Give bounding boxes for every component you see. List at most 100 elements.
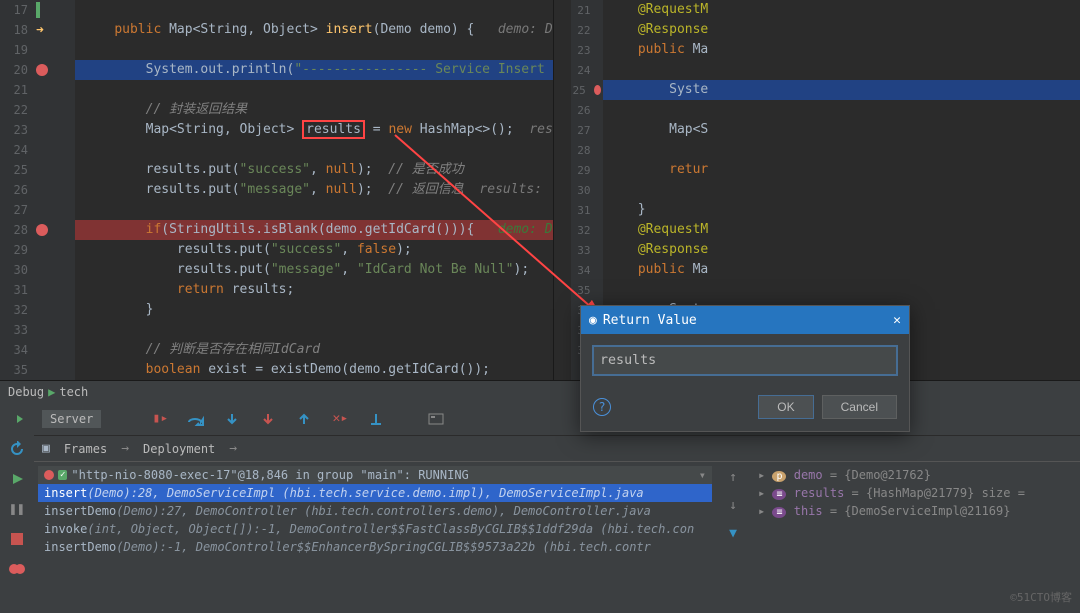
line-number[interactable]: 28 bbox=[573, 144, 591, 157]
filter-frames-icon[interactable]: ▼ bbox=[722, 522, 744, 544]
line-number[interactable]: 23 bbox=[4, 123, 28, 137]
code-line[interactable]: public Ma bbox=[603, 40, 1080, 60]
code-line[interactable]: @Response bbox=[603, 20, 1080, 40]
line-number[interactable]: 18 bbox=[4, 23, 28, 37]
stack-frame[interactable]: insertDemo(Demo):27, DemoController (hbi… bbox=[38, 502, 712, 520]
force-step-into-icon[interactable] bbox=[257, 408, 279, 430]
close-icon[interactable]: ✕ bbox=[893, 313, 901, 328]
line-number[interactable]: 28 bbox=[4, 223, 28, 237]
line-number[interactable]: 33 bbox=[4, 323, 28, 337]
code-line[interactable] bbox=[75, 140, 553, 160]
line-number[interactable]: 27 bbox=[573, 124, 591, 137]
code-line[interactable] bbox=[75, 320, 553, 340]
drop-frame-icon[interactable]: ✕▸ bbox=[329, 408, 351, 430]
variable-row[interactable]: ▸ p demo = {Demo@21762} bbox=[754, 466, 1076, 484]
help-icon[interactable]: ? bbox=[593, 398, 611, 416]
line-number[interactable]: 21 bbox=[4, 83, 28, 97]
code-line[interactable]: // 判断是否存在相同IdCard bbox=[75, 340, 553, 360]
code-line[interactable]: public Map<String, Object> insert(Demo d… bbox=[75, 20, 553, 40]
line-number[interactable]: 31 bbox=[4, 283, 28, 297]
line-number[interactable]: 22 bbox=[573, 24, 591, 37]
line-number[interactable]: 29 bbox=[573, 164, 591, 177]
frames-tab[interactable]: Frames bbox=[56, 440, 115, 458]
code-editor-main[interactable]: public Map<String, Object> insert(Demo d… bbox=[75, 0, 553, 380]
prev-frame-icon[interactable]: ↑ bbox=[722, 466, 744, 488]
line-number-gutter[interactable]: 1718➜1920212223242526272829303132333435 bbox=[0, 0, 75, 380]
line-number[interactable]: 26 bbox=[4, 183, 28, 197]
next-frame-icon[interactable]: ↓ bbox=[722, 494, 744, 516]
code-line[interactable]: @RequestM bbox=[603, 220, 1080, 240]
code-line[interactable]: public Ma bbox=[603, 260, 1080, 280]
line-number[interactable]: 30 bbox=[573, 184, 591, 197]
line-number[interactable]: 29 bbox=[4, 243, 28, 257]
line-number[interactable]: 32 bbox=[4, 303, 28, 317]
line-number[interactable]: 26 bbox=[573, 104, 591, 117]
code-line[interactable]: boolean exist = existDemo(demo.getIdCard… bbox=[75, 360, 553, 380]
breakpoint-icon[interactable] bbox=[594, 85, 601, 95]
variable-row[interactable]: ▸ ≡ results = {HashMap@21779} size = bbox=[754, 484, 1076, 502]
evaluate-expression-icon[interactable] bbox=[425, 408, 447, 430]
line-number[interactable]: 24 bbox=[573, 64, 591, 77]
line-number[interactable]: 32 bbox=[573, 224, 591, 237]
code-line[interactable]: @Response bbox=[603, 240, 1080, 260]
code-line[interactable]: @RequestM bbox=[603, 0, 1080, 20]
line-number[interactable]: 25 bbox=[573, 84, 586, 97]
code-line[interactable] bbox=[603, 280, 1080, 300]
line-number[interactable]: 22 bbox=[4, 103, 28, 117]
line-number[interactable]: 35 bbox=[4, 363, 28, 377]
code-line[interactable] bbox=[75, 200, 553, 220]
code-line[interactable] bbox=[603, 100, 1080, 120]
show-execution-point-icon[interactable]: ▮▸ bbox=[149, 408, 171, 430]
thread-dropdown-icon[interactable]: ▾ bbox=[699, 468, 706, 482]
code-line[interactable]: results.put("message", "IdCard Not Be Nu… bbox=[75, 260, 553, 280]
code-line[interactable]: results.put("success", null); // 是否成功 bbox=[75, 160, 553, 180]
stack-frame[interactable]: invoke(int, Object, Object[]):-1, DemoCo… bbox=[38, 520, 712, 538]
rerun-button[interactable] bbox=[6, 438, 28, 460]
code-line[interactable] bbox=[75, 40, 553, 60]
line-number[interactable]: 34 bbox=[573, 264, 591, 277]
line-number[interactable]: 27 bbox=[4, 203, 28, 217]
deployment-tab[interactable]: Deployment bbox=[135, 440, 223, 458]
code-line[interactable] bbox=[603, 60, 1080, 80]
pause-button[interactable]: ❚❚ bbox=[6, 498, 28, 520]
breakpoint-icon[interactable] bbox=[36, 64, 48, 76]
line-number[interactable]: 21 bbox=[573, 4, 591, 17]
code-line[interactable] bbox=[75, 80, 553, 100]
stack-frame[interactable]: insert(Demo):28, DemoServiceImpl (hbi.te… bbox=[38, 484, 712, 502]
line-number[interactable]: 19 bbox=[4, 43, 28, 57]
code-line[interactable]: if(StringUtils.isBlank(demo.getIdCard())… bbox=[75, 220, 553, 240]
play-button[interactable] bbox=[6, 468, 28, 490]
line-number[interactable]: 17 bbox=[4, 3, 28, 17]
line-number[interactable]: 30 bbox=[4, 263, 28, 277]
stop-button[interactable] bbox=[6, 528, 28, 550]
thread-selector[interactable]: "http-nio-8080-exec-17"@18,846 in group … bbox=[71, 468, 698, 482]
variable-row[interactable]: ▸ ≡ this = {DemoServiceImpl@21169} bbox=[754, 502, 1076, 520]
breakpoint-icon[interactable] bbox=[36, 224, 48, 236]
line-number[interactable]: 34 bbox=[4, 343, 28, 357]
line-number[interactable]: 24 bbox=[4, 143, 28, 157]
cancel-button[interactable]: Cancel bbox=[822, 395, 897, 419]
stack-frame[interactable]: insertDemo(Demo):-1, DemoController$$Enh… bbox=[38, 538, 712, 556]
expression-input[interactable] bbox=[593, 346, 897, 375]
code-line[interactable]: } bbox=[75, 300, 553, 320]
line-number[interactable]: 33 bbox=[573, 244, 591, 257]
code-line[interactable]: return results; bbox=[75, 280, 553, 300]
line-number[interactable]: 25 bbox=[4, 163, 28, 177]
resume-button[interactable] bbox=[6, 408, 28, 430]
code-line[interactable]: } bbox=[603, 200, 1080, 220]
code-line[interactable]: Map<String, Object> results = new HashMa… bbox=[75, 120, 553, 140]
run-to-cursor-icon[interactable] bbox=[365, 408, 387, 430]
code-line[interactable] bbox=[603, 180, 1080, 200]
code-line[interactable]: Syste bbox=[603, 80, 1080, 100]
code-line[interactable] bbox=[75, 0, 553, 20]
code-line[interactable]: results.put("message", null); // 返回信息 re… bbox=[75, 180, 553, 200]
view-breakpoints-button[interactable] bbox=[6, 558, 28, 580]
step-out-icon[interactable] bbox=[293, 408, 315, 430]
code-line[interactable]: System.out.println("---------------- Ser… bbox=[75, 60, 553, 80]
server-tab[interactable]: Server bbox=[42, 410, 101, 428]
line-number[interactable]: 20 bbox=[4, 63, 28, 77]
code-line[interactable] bbox=[603, 140, 1080, 160]
code-line[interactable]: retur bbox=[603, 160, 1080, 180]
code-line[interactable]: // 封装返回结果 bbox=[75, 100, 553, 120]
ok-button[interactable]: OK bbox=[758, 395, 813, 419]
